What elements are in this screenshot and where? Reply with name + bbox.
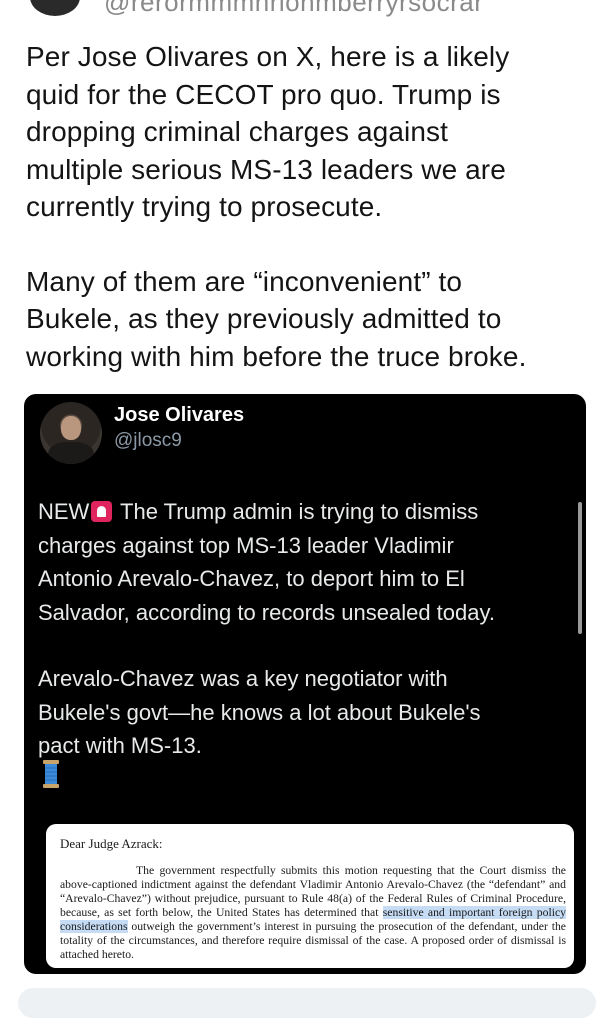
document-text: outweigh the government’s interest in pu…	[60, 920, 566, 961]
avatar[interactable]	[30, 0, 80, 16]
quoted-post-text: NEW The Trump admin is trying to dismiss…	[38, 495, 568, 763]
rotating-light-icon	[91, 501, 113, 522]
avatar-face	[61, 416, 81, 440]
new-label: NEW	[38, 499, 90, 524]
post-paragraph: Per Jose Olivares on X, here is a likely…	[26, 41, 510, 222]
quoted-paragraph: Arevalo-Chavez was a key negotiator with…	[38, 666, 481, 758]
avatar-body	[48, 442, 94, 464]
user-handle[interactable]: @rerormmmnrionmberryrsocrar	[104, 0, 483, 18]
post-body: Per Jose Olivares on X, here is a likely…	[26, 38, 591, 375]
previous-post-fragment: @rerormmmnrionmberryrsocrar	[0, 0, 612, 18]
author-name[interactable]: Jose Olivares	[114, 404, 244, 427]
post-paragraph: Many of them are “inconvenient” to Bukel…	[26, 265, 527, 372]
quoted-post-card[interactable]: Jose Olivares @jlosc9 NEW The Trump admi…	[24, 394, 586, 974]
document-paragraph: The government respectfully submits this…	[60, 864, 566, 962]
quoted-paragraph: NEW The Trump admin is trying to dismiss…	[38, 495, 568, 629]
scrollbar[interactable]	[578, 502, 582, 634]
reply-bar[interactable]	[18, 988, 596, 1018]
avatar[interactable]	[40, 402, 102, 464]
author-handle[interactable]: @jlosc9	[114, 430, 182, 452]
spool-of-thread-icon	[43, 760, 59, 788]
document-salutation: Dear Judge Azrack:	[60, 836, 163, 851]
document-image[interactable]: Dear Judge Azrack: The government respec…	[46, 824, 574, 968]
